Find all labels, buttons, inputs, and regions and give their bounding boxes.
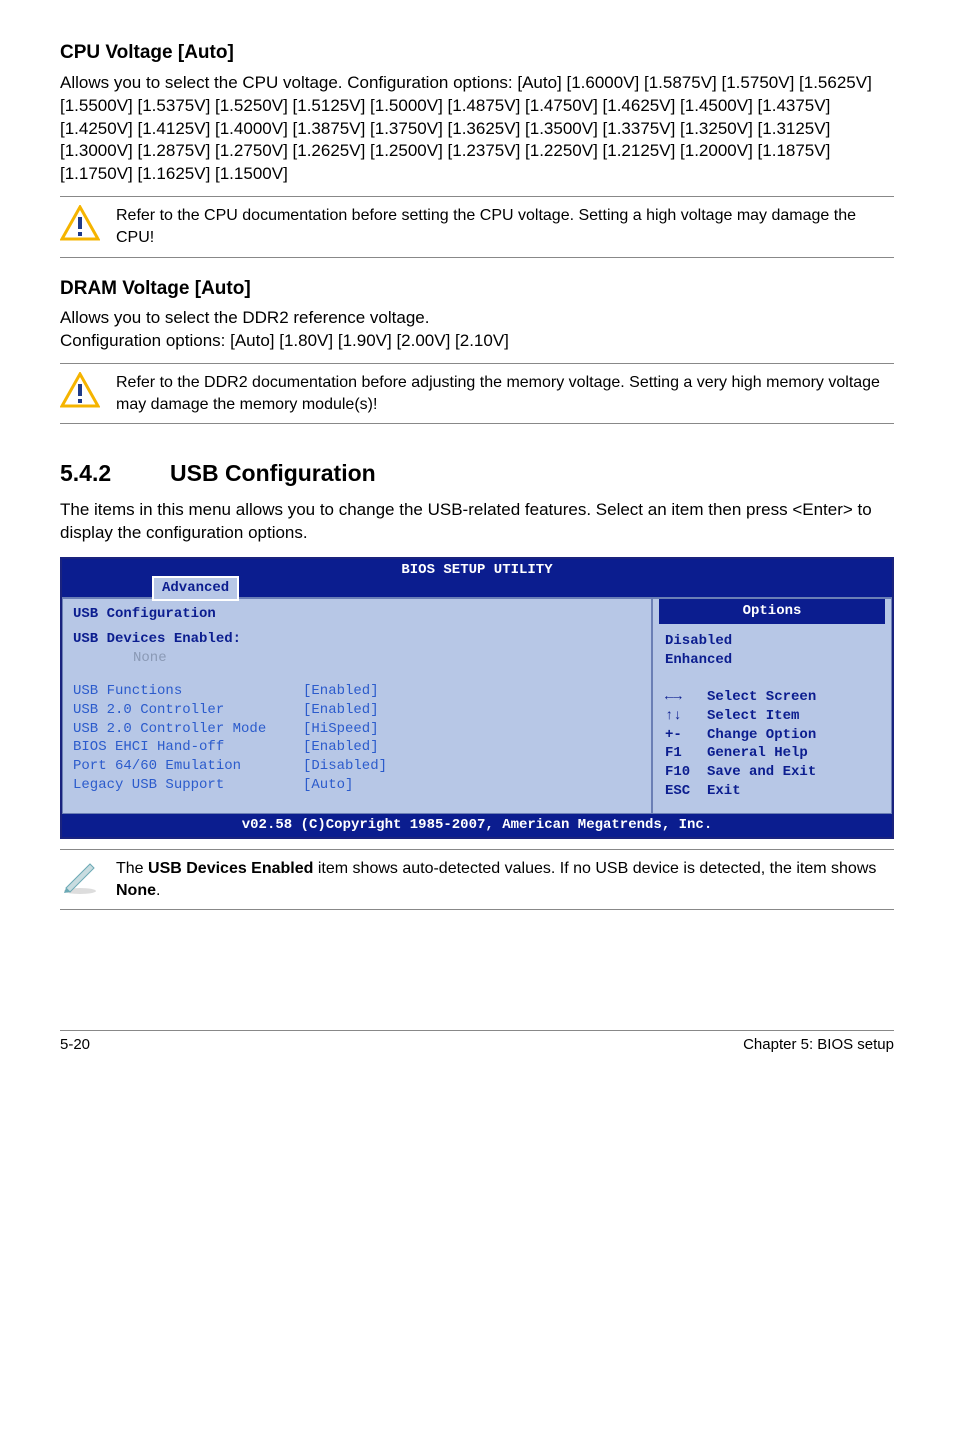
- callout-cpu-text: Refer to the CPU documentation before se…: [116, 205, 894, 248]
- bios-panel-title: USB Configuration: [73, 605, 641, 624]
- bios-left-pane: USB Configuration USB Devices Enabled: N…: [62, 598, 652, 814]
- bios-row-label: Legacy USB Support: [73, 776, 303, 795]
- callout-dram-voltage: Refer to the DDR2 documentation before a…: [60, 363, 894, 424]
- callout-note: The USB Devices Enabled item shows auto-…: [60, 849, 894, 910]
- options-list: Disabled Enhanced: [659, 628, 885, 674]
- bios-row-value: [Auto]: [303, 776, 353, 795]
- callout-cpu-voltage: Refer to the CPU documentation before se…: [60, 196, 894, 257]
- bios-row-value: [HiSpeed]: [303, 720, 379, 739]
- heading-cpu-voltage: CPU Voltage [Auto]: [60, 40, 894, 66]
- hint-key: ESC: [665, 782, 707, 801]
- hint-row: +-Change Option: [665, 726, 885, 745]
- options-header: Options: [659, 599, 885, 624]
- heading-dram-voltage: DRAM Voltage [Auto]: [60, 276, 894, 302]
- bios-title: BIOS SETUP UTILITY: [401, 561, 552, 580]
- bios-titlebar: BIOS SETUP UTILITY Advanced: [62, 559, 892, 597]
- bios-row-label: Port 64/60 Emulation: [73, 757, 303, 776]
- warning-icon: [60, 372, 100, 410]
- hint-text: Exit: [707, 782, 741, 801]
- bios-row-value: [Disabled]: [303, 757, 387, 776]
- bios-row-value: [Enabled]: [303, 738, 379, 757]
- hint-text: Save and Exit: [707, 763, 816, 782]
- footer-chapter: Chapter 5: BIOS setup: [743, 1035, 894, 1055]
- bios-row[interactable]: Legacy USB Support [Auto]: [73, 776, 641, 795]
- bios-footer: v02.58 (C)Copyright 1985-2007, American …: [62, 814, 892, 837]
- bios-panel: BIOS SETUP UTILITY Advanced USB Configur…: [60, 557, 894, 839]
- heading-number: 5.4.2: [60, 458, 170, 489]
- option-item[interactable]: Disabled: [665, 632, 879, 651]
- text-dram-line1: Allows you to select the DDR2 reference …: [60, 307, 894, 330]
- heading-usb-config: 5.4.2USB Configuration: [60, 458, 894, 489]
- note-prefix: The: [116, 860, 148, 877]
- bios-row-label: USB 2.0 Controller Mode: [73, 720, 303, 739]
- note-bold2: None: [116, 882, 156, 899]
- footer-page: 5-20: [60, 1035, 90, 1055]
- hint-text: Select Screen: [707, 688, 816, 707]
- bios-hints: ←→Select Screen ↑↓Select Item +-Change O…: [659, 684, 885, 803]
- note-text: The USB Devices Enabled item shows auto-…: [116, 858, 894, 901]
- bios-right-pane: Options Disabled Enhanced ←→Select Scree…: [652, 598, 892, 814]
- bios-row[interactable]: USB Functions [Enabled]: [73, 682, 641, 701]
- hint-text: Select Item: [707, 707, 799, 726]
- hint-text: General Help: [707, 744, 808, 763]
- bios-row-label: BIOS EHCI Hand-off: [73, 738, 303, 757]
- bios-row[interactable]: BIOS EHCI Hand-off [Enabled]: [73, 738, 641, 757]
- bios-tab-advanced[interactable]: Advanced: [152, 576, 239, 601]
- hint-key: F10: [665, 763, 707, 782]
- bios-row-value: [Enabled]: [303, 701, 379, 720]
- bios-row[interactable]: USB 2.0 Controller Mode [HiSpeed]: [73, 720, 641, 739]
- warning-icon: [60, 205, 100, 243]
- hint-key: ↑↓: [665, 707, 707, 726]
- hint-row: ←→Select Screen: [665, 688, 885, 707]
- text-cpu-voltage-body: Allows you to select the CPU voltage. Co…: [60, 72, 894, 187]
- option-item[interactable]: Enhanced: [665, 651, 879, 670]
- heading-title: USB Configuration: [170, 460, 376, 486]
- hint-row: ESCExit: [665, 782, 885, 801]
- hint-row: ↑↓Select Item: [665, 707, 885, 726]
- pencil-icon: [60, 858, 100, 896]
- bios-row-label: USB 2.0 Controller: [73, 701, 303, 720]
- text-usb-intro: The items in this menu allows you to cha…: [60, 499, 894, 545]
- note-suffix: .: [156, 882, 160, 899]
- bios-row-value: [Enabled]: [303, 682, 379, 701]
- hint-text: Change Option: [707, 726, 816, 745]
- hint-key: +-: [665, 726, 707, 745]
- bios-devices-value: None: [133, 649, 641, 668]
- bios-row-label: USB Functions: [73, 682, 303, 701]
- hint-row: F10Save and Exit: [665, 763, 885, 782]
- bios-devices-label: USB Devices Enabled:: [73, 630, 641, 649]
- bios-row[interactable]: Port 64/60 Emulation [Disabled]: [73, 757, 641, 776]
- page-footer: 5-20 Chapter 5: BIOS setup: [60, 1030, 894, 1055]
- hint-row: F1General Help: [665, 744, 885, 763]
- callout-dram-text: Refer to the DDR2 documentation before a…: [116, 372, 894, 415]
- hint-key: ←→: [665, 688, 707, 707]
- bios-row[interactable]: USB 2.0 Controller [Enabled]: [73, 701, 641, 720]
- hint-key: F1: [665, 744, 707, 763]
- note-mid: item shows auto-detected values. If no U…: [313, 860, 876, 877]
- text-dram-line2: Configuration options: [Auto] [1.80V] [1…: [60, 330, 894, 353]
- note-bold1: USB Devices Enabled: [148, 860, 313, 877]
